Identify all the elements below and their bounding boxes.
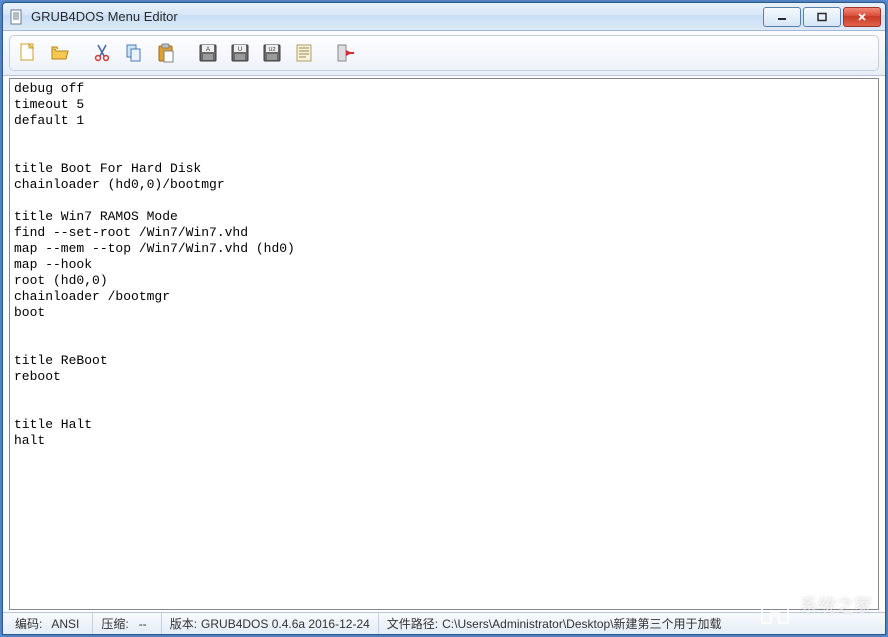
status-path: 文件路径: C:\Users\Administrator\Desktop\新建第… bbox=[379, 613, 881, 634]
save-a-icon: A bbox=[197, 42, 219, 64]
exit-icon bbox=[335, 42, 357, 64]
open-file-icon bbox=[49, 42, 71, 64]
app-icon bbox=[9, 9, 25, 25]
status-encoding-value: ANSI bbox=[46, 617, 84, 631]
document-icon bbox=[293, 42, 315, 64]
copy-button[interactable] bbox=[119, 38, 149, 68]
document-view-button[interactable] bbox=[289, 38, 319, 68]
editor-textarea[interactable] bbox=[10, 79, 878, 609]
status-version: 版本: GRUB4DOS 0.4.6a 2016-12-24 bbox=[162, 613, 379, 634]
new-file-icon bbox=[17, 42, 39, 64]
svg-text:A: A bbox=[206, 47, 210, 53]
paste-button[interactable] bbox=[151, 38, 181, 68]
new-file-button[interactable] bbox=[13, 38, 43, 68]
save-u2-button[interactable]: U2 bbox=[257, 38, 287, 68]
open-file-button[interactable] bbox=[45, 38, 75, 68]
status-path-label: 文件路径: bbox=[387, 615, 438, 632]
status-version-value: GRUB4DOS 0.4.6a 2016-12-24 bbox=[201, 617, 370, 631]
svg-text:U: U bbox=[238, 47, 242, 53]
save-u-icon: U bbox=[229, 42, 251, 64]
toolbar: A U U2 bbox=[9, 35, 879, 71]
statusbar: 编码: ANSI 压缩: -- 版本: GRUB4DOS 0.4.6a 2016… bbox=[3, 612, 885, 634]
status-encoding-label: 编码: bbox=[15, 615, 42, 632]
titlebar: GRUB4DOS Menu Editor bbox=[3, 3, 885, 31]
window-controls bbox=[763, 7, 881, 27]
cut-button[interactable] bbox=[87, 38, 117, 68]
editor-frame bbox=[9, 78, 879, 610]
status-encoding: 编码: ANSI bbox=[7, 613, 93, 634]
save-u-button[interactable]: U bbox=[225, 38, 255, 68]
minimize-button[interactable] bbox=[763, 7, 801, 27]
paste-icon bbox=[155, 42, 177, 64]
status-version-label: 版本: bbox=[170, 615, 197, 632]
status-compress: 压缩: -- bbox=[93, 613, 161, 634]
status-path-value: C:\Users\Administrator\Desktop\新建第三个用于加载 bbox=[442, 615, 721, 632]
status-compress-label: 压缩: bbox=[101, 615, 128, 632]
copy-icon bbox=[123, 42, 145, 64]
save-u2-icon: U2 bbox=[261, 42, 283, 64]
svg-text:U2: U2 bbox=[268, 47, 275, 53]
app-window: GRUB4DOS Menu Editor bbox=[2, 2, 886, 635]
cut-icon bbox=[91, 42, 113, 64]
close-button[interactable] bbox=[843, 7, 881, 27]
toolbar-area: A U U2 bbox=[3, 31, 885, 76]
maximize-button[interactable] bbox=[803, 7, 841, 27]
save-a-button[interactable]: A bbox=[193, 38, 223, 68]
status-compress-value: -- bbox=[133, 617, 153, 631]
window-title: GRUB4DOS Menu Editor bbox=[31, 9, 763, 24]
exit-button[interactable] bbox=[331, 38, 361, 68]
